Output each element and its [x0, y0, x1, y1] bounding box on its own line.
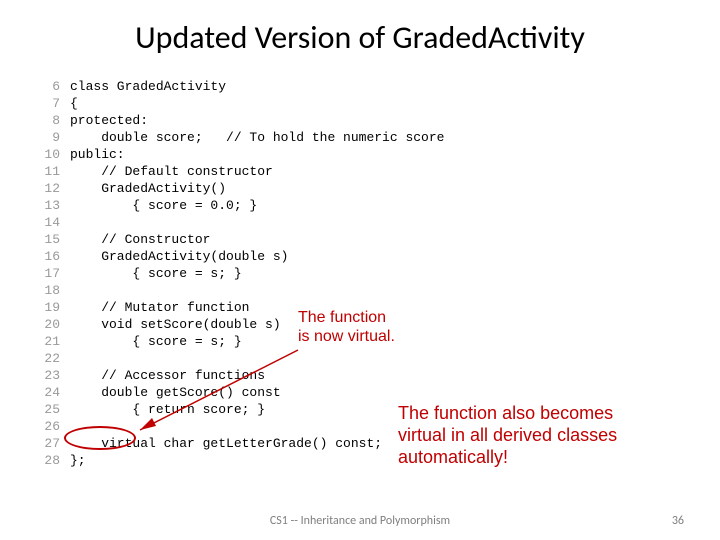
code-line: 11 // Default constructor [38, 163, 444, 180]
line-number: 12 [38, 180, 60, 197]
code-line: 10 public: [38, 146, 444, 163]
line-number: 17 [38, 265, 60, 282]
slide-footer: CS1 -- Inheritance and Polymorphism [0, 514, 720, 528]
code-text: double getScore() const [70, 385, 281, 400]
code-line: 26 [38, 418, 444, 435]
line-number: 10 [38, 146, 60, 163]
code-text: virtual char getLetterGrade() const; [70, 436, 382, 451]
line-number: 22 [38, 350, 60, 367]
code-text: void setScore(double s) [70, 317, 281, 332]
line-number: 14 [38, 214, 60, 231]
code-line: 17 { score = s; } [38, 265, 444, 282]
annotation-derived: The function also becomes virtual in all… [398, 402, 617, 468]
code-text: protected: [70, 113, 148, 128]
code-line: 28}; [38, 452, 444, 469]
line-number: 18 [38, 282, 60, 299]
code-line: 27 virtual char getLetterGrade() const; [38, 435, 444, 452]
annotation-virtual-line2: is now virtual. [298, 328, 395, 345]
line-number: 25 [38, 401, 60, 418]
code-line: 23 // Accessor functions [38, 367, 444, 384]
line-number: 21 [38, 333, 60, 350]
annotation-derived-line3: automatically! [398, 447, 508, 467]
code-line: 7{ [38, 95, 444, 112]
annotation-virtual-line1: The function [298, 309, 386, 326]
code-text: // Default constructor [70, 164, 273, 179]
code-line: 9 double score; // To hold the numeric s… [38, 129, 444, 146]
line-number: 7 [38, 95, 60, 112]
code-text: GradedActivity(double s) [70, 249, 288, 264]
code-line: 14 [38, 214, 444, 231]
line-number: 26 [38, 418, 60, 435]
code-text: double score; // To hold the numeric sco… [70, 130, 444, 145]
page-number: 36 [672, 514, 684, 528]
code-text: GradedActivity() [70, 181, 226, 196]
line-number: 8 [38, 112, 60, 129]
code-line: 13 { score = 0.0; } [38, 197, 444, 214]
line-number: 6 [38, 78, 60, 95]
code-line: 18 [38, 282, 444, 299]
line-number: 15 [38, 231, 60, 248]
code-text: { score = s; } [70, 266, 242, 281]
code-line: 15 // Constructor [38, 231, 444, 248]
code-text: // Mutator function [70, 300, 249, 315]
line-number: 20 [38, 316, 60, 333]
code-text: class GradedActivity [70, 79, 226, 94]
code-text: { score = s; } [70, 334, 242, 349]
code-line: 22 [38, 350, 444, 367]
slide-title: Updated Version of GradedActivity [0, 0, 720, 67]
line-number: 28 [38, 452, 60, 469]
code-line: 24 double getScore() const [38, 384, 444, 401]
annotation-derived-line2: virtual in all derived classes [398, 425, 617, 445]
line-number: 19 [38, 299, 60, 316]
code-text: // Constructor [70, 232, 210, 247]
code-listing: 6class GradedActivity7{8protected:9 doub… [38, 78, 444, 469]
code-line: 6 class GradedActivity [38, 78, 444, 95]
annotation-derived-line1: The function also becomes [398, 403, 613, 423]
code-text: }; [70, 453, 86, 468]
code-text: { [70, 96, 78, 111]
code-line: 16 GradedActivity(double s) [38, 248, 444, 265]
code-text: { return score; } [70, 402, 265, 417]
code-line: 8 protected: [38, 112, 444, 129]
code-line: 12 GradedActivity() [38, 180, 444, 197]
line-number: 24 [38, 384, 60, 401]
line-number: 16 [38, 248, 60, 265]
line-number: 11 [38, 163, 60, 180]
code-text: public: [70, 147, 125, 162]
line-number: 9 [38, 129, 60, 146]
code-text: // Accessor functions [70, 368, 265, 383]
annotation-virtual: The function is now virtual. [298, 308, 395, 346]
line-number: 13 [38, 197, 60, 214]
code-text: { score = 0.0; } [70, 198, 257, 213]
code-line: 25 { return score; } [38, 401, 444, 418]
line-number: 23 [38, 367, 60, 384]
line-number: 27 [38, 435, 60, 452]
